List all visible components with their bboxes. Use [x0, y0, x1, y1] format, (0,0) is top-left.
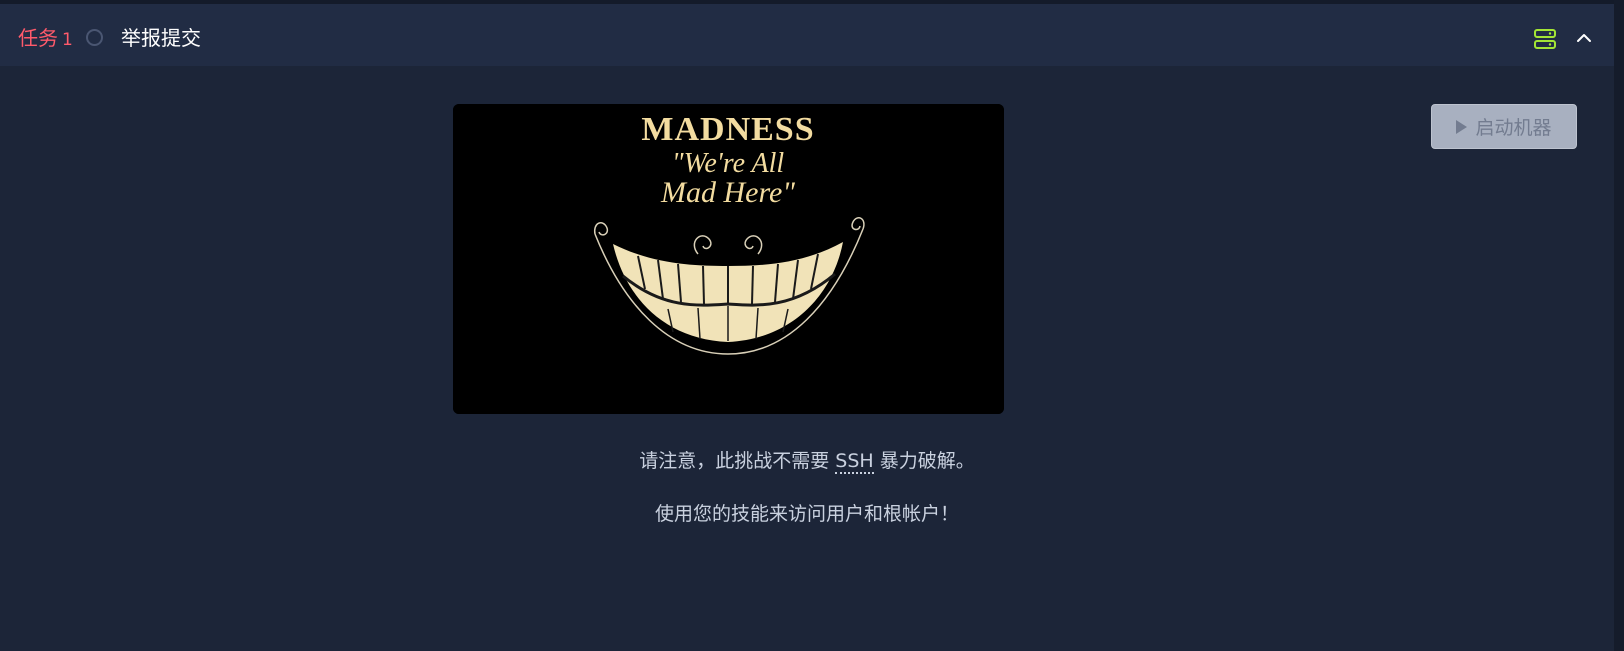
- task-label-text: 任务: [18, 26, 58, 50]
- banner-subtitle-line2: Mad Here": [660, 176, 795, 209]
- challenge-note-after: 暴力破解。: [879, 450, 975, 472]
- start-machine-label: 启动机器: [1475, 117, 1552, 139]
- task-number: 1: [62, 30, 73, 50]
- chevron-up-icon[interactable]: [1573, 27, 1595, 49]
- banner-title-text: MADNESS: [641, 111, 814, 148]
- challenge-instruction: 使用您的技能来访问用户和根帐户！: [654, 503, 959, 525]
- play-icon: [1456, 119, 1468, 134]
- server-icon[interactable]: [1533, 28, 1557, 50]
- task-title: 举报提交: [121, 26, 201, 50]
- challenge-note-before: 请注意，此挑战不需要: [639, 450, 830, 472]
- task-header[interactable]: 任务 1 举报提交: [0, 4, 1614, 66]
- challenge-note: 请注意，此挑战不需要 SSH 暴力破解。: [0, 446, 1614, 474]
- task-status-circle-icon: [86, 29, 103, 46]
- room-banner-image: MADNESS "We're All Mad Here": [453, 104, 1004, 414]
- scrollbar-track[interactable]: [1614, 0, 1624, 651]
- task-label: 任务 1: [18, 24, 73, 54]
- start-machine-button[interactable]: 启动机器: [1431, 104, 1577, 149]
- ssh-abbreviation[interactable]: SSH: [835, 450, 874, 474]
- banner-subtitle-line1: "We're All: [672, 148, 785, 179]
